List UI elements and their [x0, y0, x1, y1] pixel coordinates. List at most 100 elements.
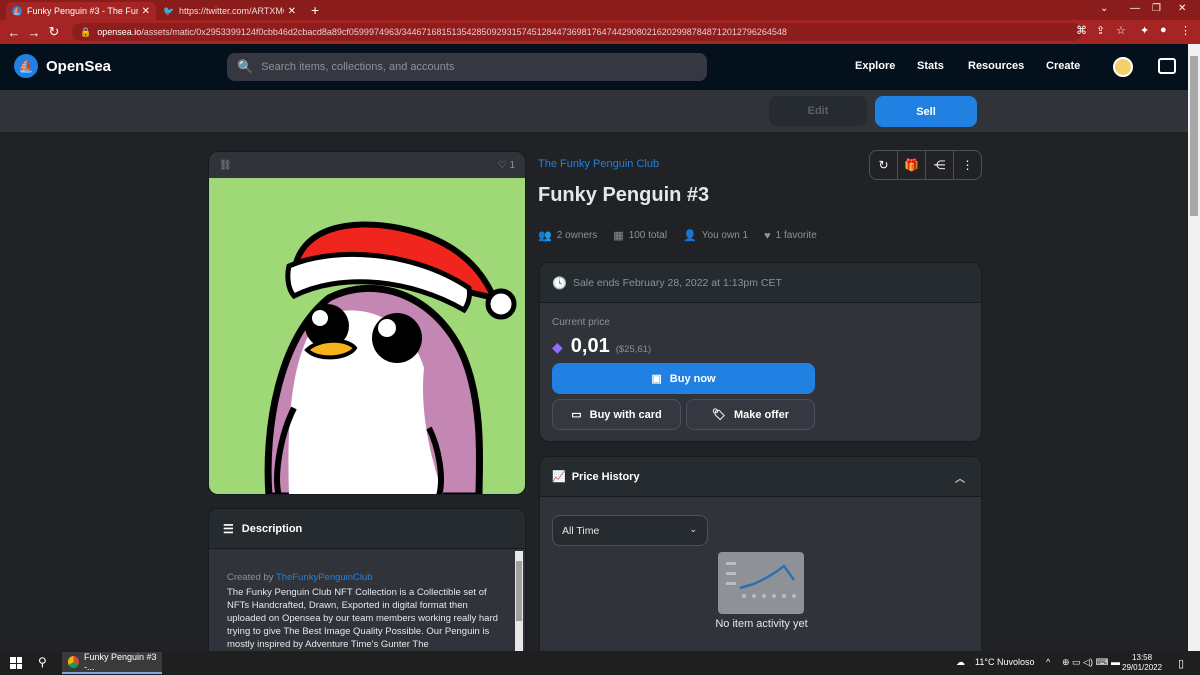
created-by-label: Created by [227, 572, 274, 583]
sale-panel: 🕓 Sale ends February 28, 2022 at 1:13pm … [539, 262, 982, 442]
nav-create[interactable]: Create [1046, 60, 1080, 72]
taskbar-app-label: Funky Penguin #3 -... [83, 652, 157, 672]
grid-icon: ▦ [613, 230, 624, 242]
window-close-icon[interactable]: ✕ [1178, 3, 1186, 14]
clock-date: 29/01/2022 [1122, 663, 1163, 672]
sale-end-header: 🕓 Sale ends February 28, 2022 at 1:13pm … [540, 263, 981, 303]
description-text: The Funky Penguin Club NFT Collection is… [227, 587, 498, 650]
wallet-icon[interactable] [1158, 58, 1176, 74]
owners-stat[interactable]: 👥 2 owners [538, 229, 597, 242]
transfer-gift-icon[interactable]: 🎁 [898, 151, 926, 179]
description-scrollbar-thumb[interactable] [516, 561, 522, 621]
profile-icon[interactable]: ● [1160, 24, 1167, 36]
asset-toolbar: ↻ 🎁 ⋲ ⋮ [869, 150, 982, 180]
opensea-logo[interactable]: ⛵ OpenSea [14, 54, 111, 78]
more-options-icon[interactable]: ⋮ [954, 151, 981, 179]
nav-stats[interactable]: Stats [917, 60, 944, 72]
cloud-icon: ☁ [956, 657, 965, 667]
url-field[interactable]: 🔒 opensea.io/assets/matic/0x2953399124f0… [72, 23, 1082, 41]
twitter-favicon-icon: 🐦 [163, 5, 175, 16]
windows-taskbar: ⚲ Funky Penguin #3 -... ☁ 11°C Nuvoloso … [0, 651, 1200, 675]
forward-icon[interactable]: → [24, 25, 44, 40]
favorites-count: 1 [509, 159, 515, 171]
search-input[interactable] [261, 61, 682, 73]
buy-with-card-button[interactable]: ▭ Buy with card [552, 399, 681, 430]
taskbar-search-icon[interactable]: ⚲ [38, 655, 47, 669]
chevron-down-icon: ⌄ [689, 524, 697, 534]
current-price-label: Current price [552, 317, 610, 328]
tab-twitter[interactable]: 🐦 https://twitter.com/ARTXMOFFIC ✕ [158, 2, 302, 20]
taskbar-chrome-app[interactable]: Funky Penguin #3 -... [62, 652, 162, 674]
price-usd: ($25,61) [615, 344, 652, 355]
wallet-icon: ▣ [651, 373, 662, 385]
tag-icon: 🏷 [712, 409, 726, 421]
nav-explore[interactable]: Explore [855, 60, 895, 72]
avatar[interactable] [1113, 57, 1133, 77]
opensea-header: ⛵ OpenSea 🔍 Explore Stats Resources Crea… [0, 44, 1188, 90]
search-box[interactable]: 🔍 [227, 53, 707, 81]
sell-button[interactable]: Sell [875, 96, 977, 127]
total-stat: ▦ 100 total [613, 229, 667, 242]
favorite-control[interactable]: ♡ 1 [498, 160, 515, 171]
tray-icons[interactable]: ⊕ ▭ ◁) ⌨ ▬ [1062, 657, 1120, 668]
share-icon[interactable]: ⋲ [926, 151, 954, 179]
make-offer-button[interactable]: 🏷 Make offer [686, 399, 815, 430]
price-history-header[interactable]: 📈 Price History ︿ [540, 457, 981, 497]
bookmark-star-icon[interactable]: ☆ [1116, 24, 1126, 37]
lock-icon: 🔒 [80, 26, 92, 37]
share-icon[interactable]: ⇪ [1096, 24, 1105, 37]
url-host: opensea.io [97, 27, 142, 37]
tab-title: Funky Penguin #3 - The Funky Pe [27, 6, 138, 16]
clock-icon: 🕓 [552, 275, 567, 290]
tray-chevron-icon[interactable]: ^ [1046, 657, 1050, 667]
no-activity-text: No item activity yet [715, 618, 808, 630]
system-clock[interactable]: 13:58 29/01/2022 [1122, 653, 1162, 673]
nav-resources[interactable]: Resources [968, 60, 1024, 72]
back-icon[interactable]: ← [4, 25, 24, 40]
owners-label: 2 owners [556, 230, 598, 241]
time-range-value: All Time [562, 524, 600, 537]
notifications-icon[interactable]: ▯ [1178, 657, 1184, 670]
created-by-line: Created by TheFunkyPenguinClub [227, 571, 505, 584]
ethereum-icon: ◆ [552, 339, 563, 355]
collection-link[interactable]: The Funky Penguin Club [538, 158, 659, 170]
weather-text[interactable]: 11°C Nuvoloso [975, 657, 1034, 667]
opensea-logo-icon: ⛵ [14, 54, 38, 78]
favorite-label: 1 favorite [775, 230, 817, 241]
heart-icon: ♡ [497, 159, 507, 171]
translate-icon[interactable]: ⌘ [1076, 24, 1087, 37]
close-tab-icon[interactable]: ✕ [288, 6, 296, 17]
asset-image-card: ⛓ ♡ 1 [208, 151, 526, 495]
chevron-up-icon[interactable]: ︿ [955, 470, 965, 485]
refresh-icon[interactable]: ↻ [870, 151, 898, 179]
description-scrollbar[interactable] [515, 551, 523, 651]
empty-chart-illustration [718, 552, 804, 614]
person-icon: 👤 [683, 230, 697, 242]
reload-icon[interactable]: ↻ [44, 24, 64, 40]
owned-label: You own 1 [701, 230, 749, 241]
price-history-panel: 📈 Price History ︿ All Time ⌄ No item act… [539, 456, 982, 653]
menu-icon[interactable]: ⋮ [1180, 24, 1191, 37]
time-range-select[interactable]: All Time ⌄ [552, 515, 708, 546]
new-tab-icon[interactable]: + [311, 2, 319, 18]
page-scrollbar[interactable] [1188, 44, 1200, 651]
windows-start-icon[interactable] [10, 657, 22, 669]
buy-now-button[interactable]: ▣ Buy now [552, 363, 815, 394]
extensions-icon[interactable]: ✦ [1140, 24, 1149, 37]
clock-time: 13:58 [1132, 653, 1153, 662]
edit-button[interactable]: Edit [769, 96, 867, 126]
buy-now-label: Buy now [669, 372, 716, 385]
description-header[interactable]: ☰ Description [209, 509, 525, 549]
price-display: ◆ 0,01 ($25,61) [552, 335, 651, 358]
browser-tabbar: ⛵ Funky Penguin #3 - The Funky Pe ✕ 🐦 ht… [0, 0, 1200, 20]
tab-search-icon[interactable]: ⌄ [1100, 3, 1108, 14]
address-bar: ← → ↻ 🔒 opensea.io/assets/matic/0x295339… [0, 20, 1200, 44]
close-tab-icon[interactable]: ✕ [142, 6, 150, 17]
restore-icon[interactable]: ❐ [1152, 3, 1161, 14]
asset-image[interactable] [209, 178, 525, 494]
creator-link[interactable]: TheFunkyPenguinClub [276, 572, 373, 583]
minimize-icon[interactable]: — [1130, 3, 1140, 14]
tab-funky-penguin[interactable]: ⛵ Funky Penguin #3 - The Funky Pe ✕ [6, 2, 156, 20]
scrollbar-thumb[interactable] [1190, 56, 1198, 216]
price-amount: 0,01 [570, 335, 610, 357]
